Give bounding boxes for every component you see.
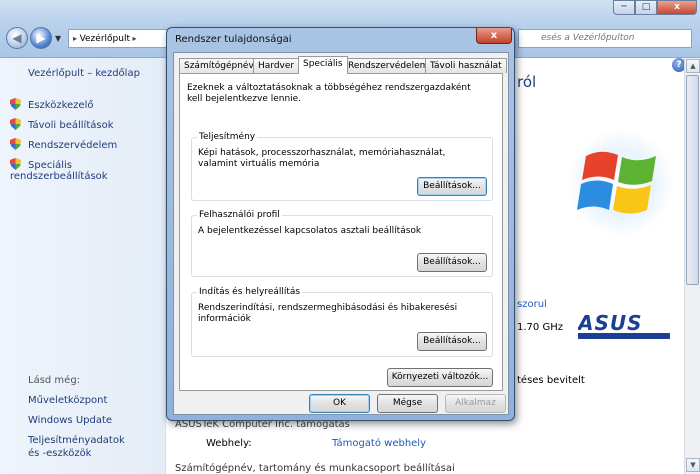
tab-hardware[interactable]: Hardver bbox=[253, 58, 300, 73]
processor-speed-fragment: 1.70 GHz bbox=[517, 322, 563, 333]
forward-button[interactable]: ▶ bbox=[30, 27, 52, 49]
vertical-scrollbar[interactable]: ▲ ▼ bbox=[684, 58, 700, 474]
history-dropdown-icon[interactable]: ▼ bbox=[55, 34, 61, 43]
group-description: Képi hatások, processzorhasználat, memór… bbox=[198, 148, 446, 169]
close-window-button[interactable]: x bbox=[657, 0, 697, 15]
pen-input-fragment: téses bevitelt bbox=[517, 375, 585, 386]
maximize-button[interactable]: □ bbox=[635, 0, 657, 15]
sidebar-item-system-protection[interactable]: Rendszervédelem bbox=[10, 138, 117, 151]
see-also-heading: Lásd még: bbox=[28, 375, 81, 386]
see-also-action-center[interactable]: Műveletközpont bbox=[28, 394, 107, 407]
tab-remote[interactable]: Távoli használat bbox=[425, 58, 507, 73]
page-title-fragment: ról bbox=[517, 73, 537, 91]
svg-text:ASUS: ASUS bbox=[578, 312, 643, 335]
search-input[interactable]: esés a Vezérlőpulton bbox=[518, 29, 692, 48]
website-label: Webhely: bbox=[206, 438, 252, 449]
scroll-down-icon[interactable]: ▼ bbox=[686, 458, 700, 472]
group-legend: Indítás és helyreállítás bbox=[197, 287, 303, 297]
sidebar-item-label: Távoli beállítások bbox=[28, 120, 114, 131]
performance-group: Teljesítmény Képi hatások, processzorhas… bbox=[191, 132, 493, 201]
sidebar-item-remote-settings[interactable]: Távoli beállítások bbox=[10, 118, 113, 131]
performance-settings-button[interactable]: Beállítások... bbox=[417, 177, 487, 196]
dialog-close-button[interactable]: x bbox=[476, 28, 512, 44]
system-properties-dialog: Rendszer tulajdonságai x Számítógépnév H… bbox=[166, 27, 515, 421]
shield-icon bbox=[10, 98, 21, 110]
sidebar-item-label: Eszközkezelő bbox=[28, 100, 94, 111]
minimize-button[interactable]: ─ bbox=[613, 0, 635, 15]
user-profile-group: Felhasználói profil A bejelentkezéssel k… bbox=[191, 210, 493, 277]
startup-recovery-group: Indítás és helyreállítás Rendszerindítás… bbox=[191, 287, 493, 357]
sidebar-item-device-manager[interactable]: Eszközkezelő bbox=[10, 98, 93, 111]
environment-variables-button[interactable]: Környezeti változók... bbox=[387, 368, 493, 387]
tab-computer-name[interactable]: Számítógépnév bbox=[179, 58, 259, 73]
tab-system-protection[interactable]: Rendszervédelem bbox=[343, 58, 434, 73]
startup-recovery-settings-button[interactable]: Beállítások... bbox=[417, 332, 487, 351]
support-website-link[interactable]: Támogató webhely bbox=[332, 438, 426, 449]
see-also-windows-update[interactable]: Windows Update bbox=[28, 414, 112, 427]
rating-link-fragment[interactable]: szorul bbox=[517, 299, 547, 310]
group-description: A bejelentkezéssel kapcsolatos asztali b… bbox=[198, 226, 422, 236]
user-profile-settings-button[interactable]: Beállítások... bbox=[417, 253, 487, 272]
shield-icon bbox=[10, 138, 21, 150]
advanced-tab-page: Ezeknek a változtatásoknak a többségéhez… bbox=[179, 73, 503, 391]
breadcrumb-chevron-icon[interactable]: ▸ bbox=[130, 34, 137, 43]
task-pane: Vezérlőpult – kezdőlap Eszközkezelő Távo… bbox=[0, 58, 166, 474]
breadcrumb-control-panel[interactable]: Vezérlőpult bbox=[80, 34, 130, 44]
back-button[interactable]: ◀ bbox=[6, 27, 28, 49]
scroll-thumb[interactable] bbox=[686, 75, 699, 285]
shield-icon bbox=[10, 158, 21, 170]
sidebar-item-advanced-settings[interactable]: Speciális rendszerbeállítások bbox=[10, 158, 165, 182]
ok-button[interactable]: OK bbox=[309, 394, 370, 413]
sidebar-home-link[interactable]: Vezérlőpult – kezdőlap bbox=[28, 68, 140, 79]
shield-icon bbox=[10, 118, 21, 130]
asus-logo-icon: ASUS bbox=[578, 312, 670, 339]
dialog-title: Rendszer tulajdonságai bbox=[175, 34, 292, 45]
tab-advanced[interactable]: Speciális bbox=[298, 56, 348, 74]
group-legend: Felhasználói profil bbox=[197, 210, 282, 220]
computer-name-heading: Számítógépnév, tartomány és munkacsoport… bbox=[175, 463, 455, 474]
windows-logo-icon bbox=[567, 129, 675, 237]
scroll-up-icon[interactable]: ▲ bbox=[686, 59, 700, 73]
admin-notice: Ezeknek a változtatásoknak a többségéhez… bbox=[187, 83, 471, 104]
group-legend: Teljesítmény bbox=[197, 132, 258, 142]
sidebar-item-label: Rendszervédelem bbox=[28, 140, 118, 151]
address-bar[interactable]: ▸ Vezérlőpult ▸ bbox=[68, 29, 168, 48]
apply-button[interactable]: Alkalmaz bbox=[445, 394, 506, 413]
see-also-performance-tools[interactable]: Teljesítményadatok és -eszközök bbox=[28, 434, 138, 460]
sidebar-item-label: Speciális rendszerbeállítások bbox=[10, 160, 108, 182]
group-description: Rendszerindítási, rendszermeghibásodási … bbox=[198, 303, 458, 324]
dialog-body: Számítógépnév Hardver Speciális Rendszer… bbox=[173, 52, 509, 415]
cancel-button[interactable]: Mégse bbox=[377, 394, 438, 413]
